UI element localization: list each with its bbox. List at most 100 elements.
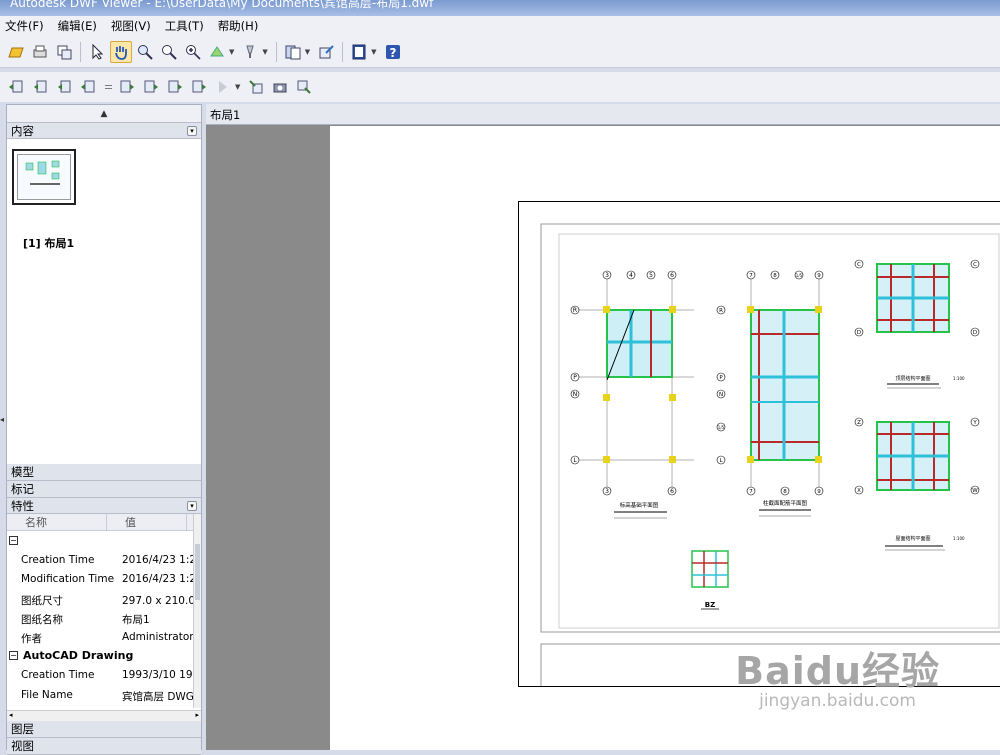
first-page-button[interactable]: [5, 76, 27, 98]
properties-vertical-scrollbar[interactable]: [193, 514, 201, 708]
property-group-row[interactable]: −: [7, 531, 201, 550]
select-button[interactable]: [86, 41, 108, 63]
highlight-icon: [246, 45, 255, 58]
properties-grid: 名称 值 − Creation Time 2016/4/23 1:22: Modi…: [7, 514, 201, 710]
axis-label: R: [719, 308, 723, 314]
view-next-button[interactable]: [293, 76, 315, 98]
page-thumbnail[interactable]: [12, 149, 76, 205]
model-tab[interactable]: 模型: [7, 464, 201, 481]
views-tab[interactable]: 视图: [7, 738, 201, 755]
menu-file[interactable]: 文件(F): [4, 17, 45, 35]
value-column-header[interactable]: 值: [107, 514, 187, 530]
layers-tab[interactable]: 图层: [7, 721, 201, 738]
highlight-dropdown-arrow[interactable]: ▼: [262, 48, 267, 56]
property-value: Administrator: [122, 631, 194, 644]
copy-button[interactable]: [53, 41, 75, 63]
next-page-button[interactable]: [140, 76, 162, 98]
play-disabled-button[interactable]: [212, 76, 234, 98]
pages-button[interactable]: [282, 41, 304, 63]
axis-label: C: [857, 262, 861, 268]
page-back-button[interactable]: [77, 76, 99, 98]
copy-icon: [57, 45, 72, 59]
play-icon: [219, 81, 227, 93]
pan-button[interactable]: [110, 40, 132, 63]
page-forward-button[interactable]: [164, 76, 186, 98]
plan-scale: 1:100: [953, 536, 965, 541]
property-row[interactable]: 图纸尺寸 297.0 x 210.0 毫: [7, 589, 201, 608]
property-row[interactable]: Creation Time 1993/3/10 19:1: [7, 665, 201, 684]
fullscreen-button[interactable]: [348, 41, 370, 63]
property-value: 宾馆高层 DWG: [122, 690, 194, 703]
watermark-logo: Baidu经验: [735, 649, 940, 693]
property-row[interactable]: File Name 宾馆高层 DWG: [7, 685, 201, 704]
play-dropdown-arrow[interactable]: ▼: [235, 83, 240, 91]
detail-label: BZ: [705, 601, 715, 609]
properties-horizontal-scrollbar[interactable]: ◂ ▸: [7, 710, 201, 721]
zoom-button[interactable]: [158, 41, 180, 63]
fit-window-button[interactable]: [182, 41, 204, 63]
property-row[interactable]: 作者 Administrator: [7, 627, 201, 646]
tab-layout1[interactable]: 布局1: [210, 107, 240, 123]
scroll-left-icon[interactable]: ◂: [9, 711, 13, 719]
next-view-icon: [120, 80, 134, 93]
scroll-thumb[interactable]: [195, 544, 200, 600]
pointer-icon: [92, 43, 104, 60]
axis-label: 9: [817, 273, 821, 279]
view-next-icon: [297, 80, 312, 94]
camera-button[interactable]: [269, 76, 291, 98]
scroll-right-icon[interactable]: ▸: [195, 711, 199, 719]
property-row[interactable]: 图纸名称 布局1: [7, 608, 201, 627]
highlight-button[interactable]: [239, 41, 261, 63]
previous-view-button[interactable]: [53, 76, 75, 98]
axis-label: 8: [773, 273, 777, 279]
collapse-icon[interactable]: −: [9, 651, 18, 661]
screen-dropdown-arrow[interactable]: ▼: [371, 48, 376, 56]
column-detail: BZ: [691, 550, 729, 610]
collapse-left-arrow[interactable]: ◂: [0, 415, 4, 424]
markup-tab[interactable]: 标记: [7, 481, 201, 498]
markup-icon: [319, 44, 334, 58]
open-button[interactable]: [5, 41, 27, 63]
axis-label: 6: [670, 488, 674, 495]
previous-page-button[interactable]: [29, 76, 51, 98]
toolbar-separator: [275, 41, 277, 62]
axis-label: W: [972, 488, 978, 494]
collapse-up-arrow[interactable]: ▲: [7, 105, 201, 123]
properties-header-row: 名称 值: [7, 514, 201, 531]
menu-help[interactable]: 帮助(H): [217, 17, 260, 35]
thumbnail-preview: [17, 154, 71, 200]
menu-tools[interactable]: 工具(T): [164, 17, 205, 35]
drawing-canvas: 3 4 5 6 R P N L 3 6 标高基础平面图 7 8 1/5 9 R …: [540, 223, 1000, 689]
print-button[interactable]: [29, 41, 51, 63]
panel-menu-button[interactable]: ▾: [187, 125, 197, 136]
menu-edit[interactable]: 编辑(E): [57, 17, 98, 35]
document-tab-bar: 布局1: [206, 104, 1000, 125]
property-value: 2016/4/23 1:22:: [122, 573, 201, 586]
name-column-header[interactable]: 名称: [7, 514, 107, 530]
orbit-dropdown-arrow[interactable]: ▼: [229, 48, 234, 56]
previous-page-icon: [34, 80, 47, 93]
property-row[interactable]: Modification Time 2016/4/23 1:22:: [7, 569, 201, 588]
help-button[interactable]: ?: [382, 41, 404, 63]
zoom-rect-button[interactable]: [134, 41, 156, 63]
markup-button[interactable]: [315, 41, 337, 63]
property-row[interactable]: Creation Time 2016/4/23 1:22:: [7, 550, 201, 569]
property-group-row[interactable]: − AutoCAD Drawing: [7, 646, 201, 665]
pages-dropdown-arrow[interactable]: ▼: [305, 48, 310, 56]
svg-text:?: ?: [389, 46, 396, 60]
next-view-button[interactable]: [116, 76, 138, 98]
collapse-icon[interactable]: −: [9, 536, 18, 545]
last-page-button[interactable]: [188, 76, 210, 98]
menu-view[interactable]: 视图(V): [110, 17, 152, 35]
view-prev-button[interactable]: [245, 76, 267, 98]
property-value: 2016/4/23 1:22:: [122, 554, 201, 566]
page-back-icon: [81, 80, 95, 93]
axis-label: R: [573, 307, 577, 314]
pause-icon[interactable]: II: [102, 84, 113, 90]
property-value: 297.0 x 210.0 毫: [122, 594, 201, 607]
axis-label: Z: [857, 420, 861, 426]
orbit-button[interactable]: [206, 41, 228, 63]
left-panel: ▲ 内容 ▾ [1] 布局1 模型 标记 特性 ▾ 名称 值 − Creation …: [6, 104, 202, 755]
axis-label: 7: [749, 489, 753, 495]
properties-menu-button[interactable]: ▾: [187, 500, 197, 511]
